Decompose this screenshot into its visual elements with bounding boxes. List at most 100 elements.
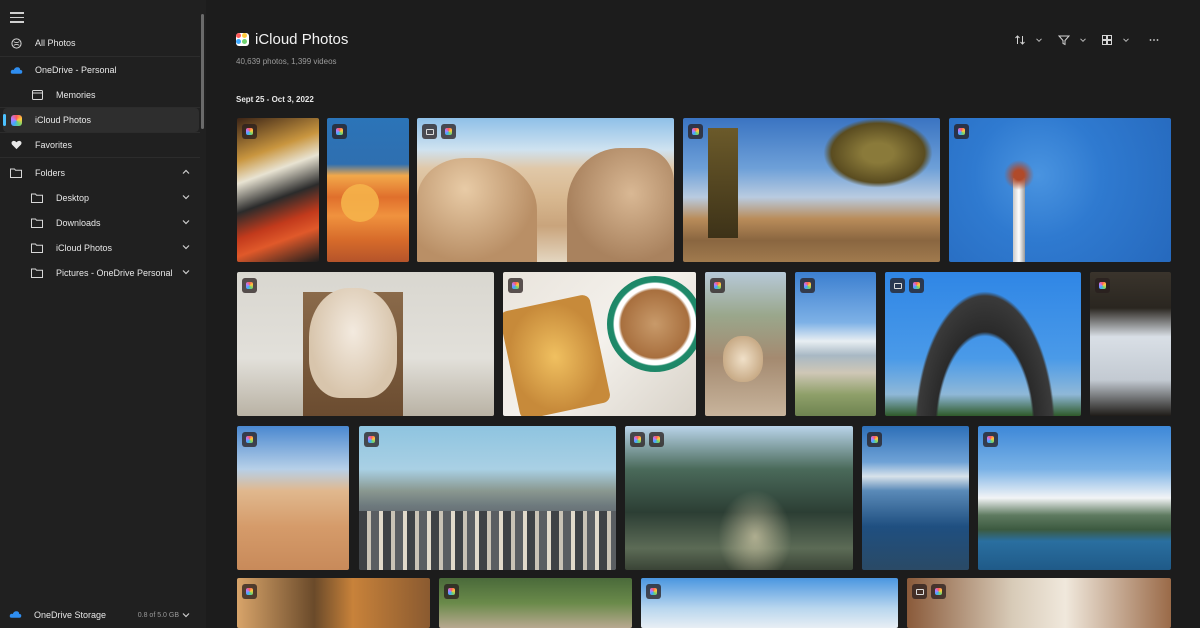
photo-thumbnail-ocean-shore[interactable] [862, 426, 969, 570]
mural-sun [341, 184, 379, 222]
sidebar-item-label: Memories [56, 90, 96, 100]
calendar-icon [30, 88, 44, 102]
divider [0, 56, 200, 57]
photo-thumbnail-dog-chair[interactable] [237, 272, 494, 416]
icloud-badge-icon [983, 432, 998, 447]
icloud-badge-icon [646, 584, 661, 599]
folder-icon [30, 216, 44, 230]
hamburger-menu-icon[interactable] [10, 12, 24, 24]
folder-icon [9, 166, 23, 180]
sidebar-item-onedrive-personal[interactable]: OneDrive - Personal [3, 58, 199, 82]
photo-thumbnail-bikes-beach[interactable] [795, 272, 876, 416]
chevron-down-icon[interactable] [181, 610, 191, 620]
icloud-badge-icon [444, 584, 459, 599]
photo-thumbnail-desert-rocks[interactable] [417, 118, 674, 262]
sidebar-item-desktop[interactable]: Desktop [3, 186, 199, 210]
icloud-badge-icon [800, 278, 815, 293]
photo-thumbnail-food[interactable] [237, 118, 319, 262]
sidebar-item-label: Favorites [35, 140, 73, 150]
sidebar-item-label: OneDrive - Personal [35, 65, 117, 75]
buildings [359, 511, 616, 570]
icloud-badge-icon [441, 124, 456, 139]
icloud-photos-icon [236, 33, 249, 46]
icloud-badge-icon [1095, 278, 1110, 293]
filter-button[interactable] [1058, 34, 1088, 46]
sidebar-item-memories[interactable]: Memories [3, 83, 199, 107]
filter-icon [1058, 35, 1070, 46]
ride-tower [1013, 178, 1025, 262]
photo-thumbnail-coffee-toast[interactable] [503, 272, 696, 416]
storage-value: 0.8 of 5.0 GB [137, 611, 179, 619]
sidebar-item-folders[interactable]: Folders [3, 161, 199, 185]
rock-formation [567, 148, 674, 262]
page-header: iCloud Photos [236, 31, 348, 48]
chevron-down-icon[interactable] [181, 242, 191, 252]
photo-count: 40,639 photos, 1,399 videos [236, 57, 337, 66]
sidebar-item-downloads[interactable]: Downloads [3, 211, 199, 235]
sidebar-item-label: Desktop [56, 193, 90, 203]
photo-thumbnail-louvre[interactable] [1090, 272, 1171, 416]
icloud-badge-icon [649, 432, 664, 447]
photo-thumbnail-city-skyline[interactable] [359, 426, 616, 570]
dog [309, 288, 397, 398]
icloud-badge-icon [242, 584, 257, 599]
icloud-badge-icon [630, 432, 645, 447]
divider [0, 157, 200, 158]
onedrive-storage[interactable]: OneDrive Storage 0.8 of 5.0 GB [3, 605, 199, 625]
photo-thumbnail-clouds[interactable] [641, 578, 898, 628]
video-badge-icon [912, 584, 927, 599]
folder-icon [30, 241, 44, 255]
sidebar: All Photos OneDrive - Personal Memories … [0, 0, 207, 628]
video-badge-icon [890, 278, 905, 293]
rock-formation [417, 158, 537, 262]
chevron-down-icon [1123, 38, 1129, 43]
icloud-badge-icon [364, 432, 379, 447]
sort-icon [1015, 35, 1025, 45]
icloud-badge-icon [688, 124, 703, 139]
sidebar-scrollbar[interactable] [201, 14, 204, 129]
chevron-down-icon [1080, 38, 1086, 43]
photo-thumbnail-mural[interactable] [327, 118, 409, 262]
heart-icon [9, 138, 23, 152]
photo-thumbnail-lake-cliffs[interactable] [978, 426, 1171, 570]
icloud-badge-icon [931, 584, 946, 599]
chevron-down-icon[interactable] [181, 192, 191, 202]
sidebar-item-label: Folders [35, 168, 66, 178]
photo-thumbnail-sandstone[interactable] [237, 426, 349, 570]
sidebar-item-label: iCloud Photos [35, 115, 92, 125]
photo-thumbnail-plate[interactable] [907, 578, 1171, 628]
photo-thumbnail-joshua-tree[interactable] [683, 118, 940, 262]
sidebar-item-favorites[interactable]: Favorites [3, 133, 199, 157]
storage-label: OneDrive Storage [34, 610, 107, 620]
sidebar-item-pictures-onedrive[interactable]: Pictures - OneDrive Personal [3, 261, 199, 285]
cloud-icon [9, 610, 22, 621]
date-range-header: Sept 25 - Oct 3, 2022 [236, 95, 314, 104]
sort-button[interactable] [1014, 34, 1044, 46]
folder-icon [30, 191, 44, 205]
photo-thumbnail-forest[interactable] [625, 426, 853, 570]
photo-thumbnail-dog-grass[interactable] [439, 578, 632, 628]
icloud-badge-icon [710, 278, 725, 293]
icloud-badge-icon [242, 432, 257, 447]
chevron-down-icon[interactable] [181, 267, 191, 277]
icloud-badge-icon [332, 124, 347, 139]
icloud-badge-icon [508, 278, 523, 293]
sidebar-item-icloud-photos[interactable]: iCloud Photos [3, 108, 199, 132]
icloud-photos-icon [9, 113, 23, 127]
photo-thumbnail-eiffel-tower[interactable] [885, 272, 1081, 416]
folder-icon [30, 266, 44, 280]
sidebar-item-all-photos[interactable]: All Photos [3, 31, 199, 55]
photo-thumbnail-breakfast[interactable] [237, 578, 430, 628]
chevron-down-icon[interactable] [181, 217, 191, 227]
icloud-badge-icon [954, 124, 969, 139]
chevron-up-icon[interactable] [181, 167, 191, 177]
page-title: iCloud Photos [255, 31, 349, 48]
photo-thumbnail-dog-street[interactable] [705, 272, 786, 416]
coffee-cup [607, 276, 696, 372]
globe-icon [9, 36, 23, 50]
view-options-button[interactable] [1101, 34, 1131, 46]
sidebar-item-icloud-photos-folder[interactable]: iCloud Photos [3, 236, 199, 260]
photo-thumbnail-swing-ride[interactable] [949, 118, 1171, 262]
grid-view-icon [1102, 35, 1112, 45]
more-options-button[interactable] [1148, 34, 1160, 46]
